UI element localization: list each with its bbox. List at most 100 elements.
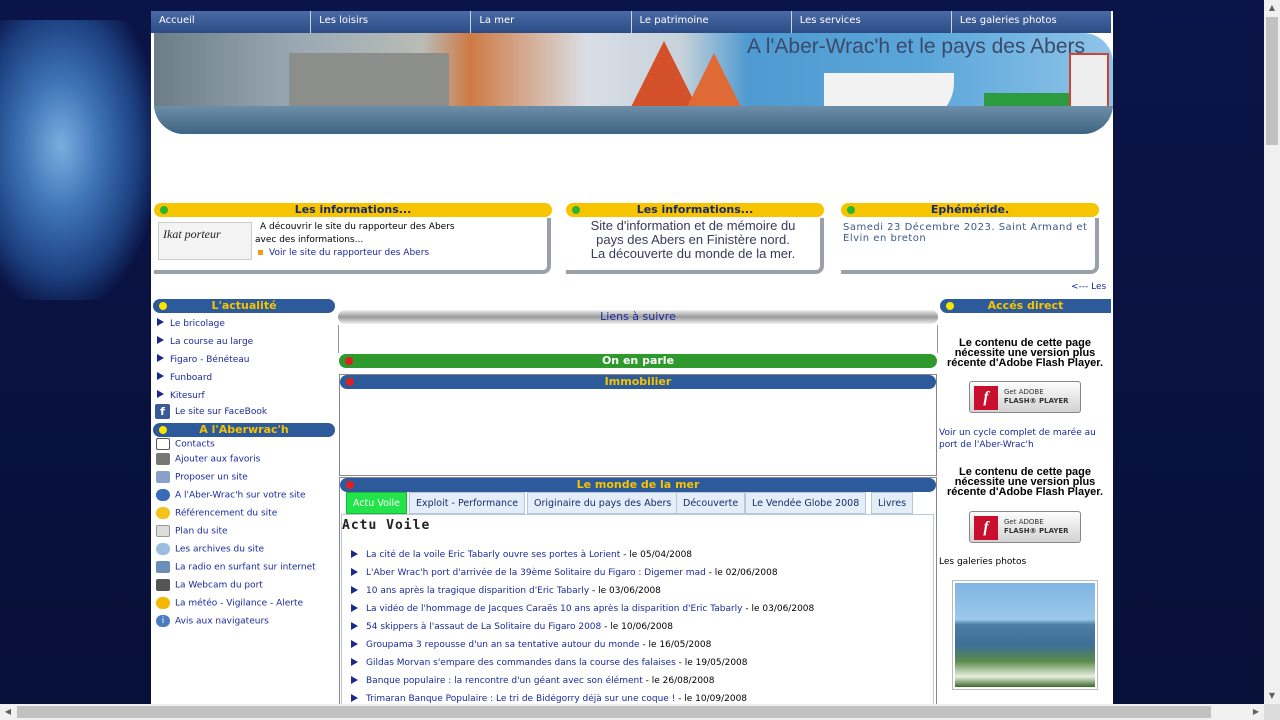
votre-site-link[interactable]: A l'Aber-Wrac'h sur votre site <box>156 489 306 501</box>
arrow-icon <box>351 568 358 576</box>
arrow-icon <box>157 390 164 398</box>
info1-text2: avec des informations... <box>255 235 364 245</box>
banner-sail-image <box>684 53 744 113</box>
scroll-down-icon[interactable]: ▼ <box>1264 688 1280 704</box>
meteo-link[interactable]: La météo - Vigilance - Alerte <box>156 597 303 609</box>
smiley-icon <box>156 507 170 519</box>
ephemeride-header: Ephéméride. <box>841 203 1099 217</box>
news-item: Gildas Morvan s'empare des commandes dan… <box>351 658 748 668</box>
nav-galeries[interactable]: Les galeries photos <box>951 11 1112 33</box>
rapporteur-link[interactable]: Voir le site du rapporteur des Abers <box>269 248 429 258</box>
nav-accueil[interactable]: Accueil <box>151 11 312 33</box>
get-flash-button[interactable]: f Get ADOBE FLASH® PLAYER <box>969 381 1081 413</box>
proposer-site-link[interactable]: Proposer un site <box>156 471 248 483</box>
vertical-scrollbar[interactable]: ▲ ▼ <box>1264 0 1280 704</box>
radio-link[interactable]: La radio en surfant sur internet <box>156 561 316 573</box>
immobilier-box <box>339 374 937 476</box>
news-date: - le 10/09/2008 <box>675 694 748 704</box>
actualite-item[interactable]: La course au large <box>157 336 253 347</box>
green-dot-icon <box>847 206 855 214</box>
galeries-label: Les galeries photos <box>939 557 1027 567</box>
news-link[interactable]: Groupama 3 repousse d'un an sa tentative… <box>366 640 640 650</box>
news-item: Groupama 3 repousse d'un an sa tentative… <box>351 640 711 650</box>
tide-link[interactable]: Voir un cycle complet de marée au port d… <box>939 427 1111 451</box>
info2-line3: La découverte du monde de la mer. <box>590 246 796 261</box>
actualite-header: L'actualité <box>153 299 335 313</box>
info1-header: Les informations... <box>154 203 552 217</box>
info1-text: A découvrir le site du rapporteur des Ab… <box>260 222 455 232</box>
monde-mer-title: Le monde de la mer <box>576 478 700 491</box>
sitemap-icon <box>156 525 170 537</box>
facebook-link[interactable]: f Le site sur FaceBook <box>155 404 267 419</box>
rapporteur-logo[interactable]: Ikat porteur <box>158 222 252 260</box>
camera-icon <box>156 579 170 591</box>
bullet-icon <box>258 250 263 255</box>
gallery-photo[interactable] <box>952 580 1098 690</box>
yellow-dot-icon <box>946 302 954 310</box>
magnifier-icon <box>156 543 170 555</box>
news-link[interactable]: La cité de la voile Eric Tabarly ouvre s… <box>366 550 620 560</box>
nav-patrimoine[interactable]: Le patrimoine <box>631 11 792 33</box>
arrow-icon <box>351 676 358 684</box>
actualite-item[interactable]: Figaro - Bénéteau <box>157 354 249 365</box>
aberwrach-header: A l'Aberwrac'h <box>153 423 335 437</box>
news-link[interactable]: Banque populaire : la rencontre d'un géa… <box>366 676 643 686</box>
favoris-link[interactable]: Ajouter aux favoris <box>156 453 260 465</box>
book-icon <box>156 453 170 465</box>
scroll-right-icon[interactable]: ▶ <box>1248 704 1264 720</box>
nav-loisirs[interactable]: Les loisirs <box>311 11 472 33</box>
webcam-link[interactable]: La Webcam du port <box>156 579 263 591</box>
tab-decouverte[interactable]: Découverte <box>676 492 746 514</box>
liens-box <box>338 325 938 353</box>
tab-actu-voile[interactable]: Actu Voile <box>346 492 408 514</box>
sun-icon <box>156 597 170 609</box>
flash-message: Le contenu de cette page nécessite une v… <box>946 466 1104 498</box>
actualite-item[interactable]: Funboard <box>157 372 212 383</box>
news-link[interactable]: Gildas Morvan s'empare des commandes dan… <box>366 658 676 668</box>
tab-exploit[interactable]: Exploit - Performance <box>409 492 526 514</box>
horizontal-scroll-thumb[interactable] <box>17 706 1211 718</box>
liens-link[interactable]: Liens à suivre <box>600 310 676 323</box>
top-band <box>151 0 1113 11</box>
vertical-scroll-thumb[interactable] <box>1266 17 1278 145</box>
info2-box: Site d'information et de mémoire du pays… <box>566 218 824 274</box>
news-item: Banque populaire : la rencontre d'un géa… <box>351 676 715 686</box>
horizontal-scrollbar[interactable]: ◀ ▶ <box>0 704 1264 720</box>
arrow-icon <box>351 694 358 702</box>
tab-originaire[interactable]: Originaire du pays des Abers <box>527 492 679 514</box>
news-link[interactable]: 10 ans après la tragique disparition d'E… <box>366 586 589 596</box>
news-link[interactable]: La vidéo de l'hommage de Jacques Caraës … <box>366 604 743 614</box>
scroll-left-icon[interactable]: ◀ <box>0 704 16 720</box>
contacts-link[interactable]: Contacts <box>156 438 215 450</box>
arrow-icon <box>351 622 358 630</box>
news-link[interactable]: Trimaran Banque Populaire : Le tri de Bi… <box>366 694 675 704</box>
flash-get-label: Get ADOBE <box>1004 388 1044 396</box>
referencement-link[interactable]: Référencement du site <box>156 507 277 519</box>
plan-site-link[interactable]: Plan du site <box>156 525 228 537</box>
tab-vendee-globe[interactable]: Le Vendée Globe 2008 <box>745 492 867 514</box>
facebook-icon: f <box>155 404 170 419</box>
get-flash-button[interactable]: f Get ADOBE FLASH® PLAYER <box>969 511 1081 543</box>
news-item: L'Aber Wrac'h port d'arrivée de la 39ème… <box>351 568 778 578</box>
banner-title: A l'Aber-Wrac'h et le pays des Abers <box>747 35 1085 58</box>
ephemeride-box: Samedi 23 Décembre 2023. Saint Armand et… <box>841 218 1099 274</box>
nav-mer[interactable]: La mer <box>471 11 632 33</box>
immobilier-title: Immobilier <box>604 375 672 388</box>
back-link[interactable]: <--- Les <box>1071 282 1106 292</box>
actualite-item[interactable]: Le bricolage <box>157 318 225 329</box>
archives-link[interactable]: Les archives du site <box>156 543 264 555</box>
tab-livres[interactable]: Livres <box>871 492 914 514</box>
flash-get-label: Get ADOBE <box>1004 518 1044 526</box>
acces-direct-header: Accés direct <box>940 299 1111 313</box>
arrow-icon <box>157 354 164 362</box>
flash-message: Le contenu de cette page nécessite une v… <box>946 337 1104 369</box>
nav-services[interactable]: Les services <box>791 11 952 33</box>
scrollbar-corner <box>1264 704 1280 720</box>
info2-header: Les informations... <box>566 203 824 217</box>
news-date: - le 05/04/2008 <box>620 550 693 560</box>
actualite-item[interactable]: Kitesurf <box>157 390 205 401</box>
news-link[interactable]: L'Aber Wrac'h port d'arrivée de la 39ème… <box>366 568 706 578</box>
scroll-up-icon[interactable]: ▲ <box>1264 0 1280 16</box>
news-link[interactable]: 54 skippers à l'assaut de La Solitaire d… <box>366 622 601 632</box>
avis-link[interactable]: i Avis aux navigateurs <box>156 615 269 627</box>
